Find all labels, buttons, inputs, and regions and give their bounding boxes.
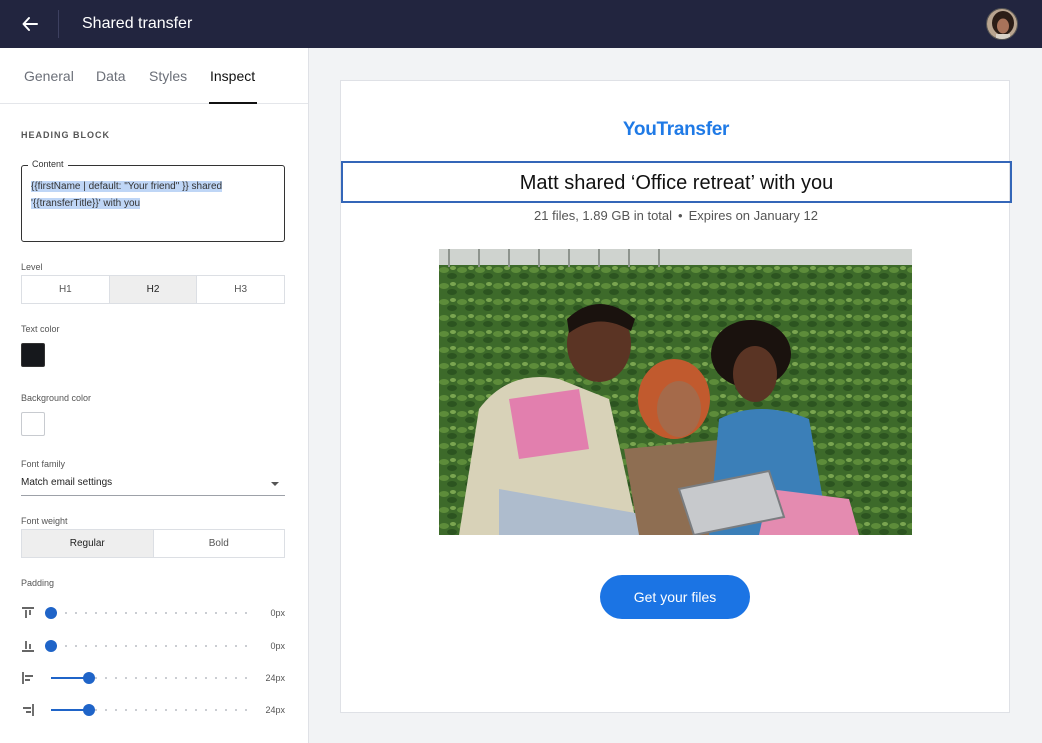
text-color-swatch[interactable]: [21, 343, 45, 367]
font-family-value: Match email settings: [21, 477, 113, 488]
expiry-date: Expires on January 12: [688, 208, 818, 223]
tab-styles[interactable]: Styles: [149, 68, 187, 84]
section-title: HEADING BLOCK: [21, 130, 110, 140]
tab-inspect[interactable]: Inspect: [210, 68, 255, 84]
back-button[interactable]: [10, 6, 50, 42]
font-family-label: Font family: [21, 459, 66, 469]
slider-track: [51, 645, 251, 647]
level-selector: H1 H2 H3: [21, 275, 285, 304]
padding-top-value: 0px: [270, 608, 285, 618]
padding-right-value: 24px: [265, 705, 285, 715]
padding-top-icon: [22, 607, 34, 618]
brand-logo: YouTransfer: [622, 119, 730, 140]
level-option-h3[interactable]: H3: [197, 276, 284, 303]
topbar-divider: [58, 10, 59, 38]
level-option-h1[interactable]: H1: [22, 276, 110, 303]
arrow-left-icon: [22, 17, 38, 31]
background-color-swatch[interactable]: [21, 412, 45, 436]
level-option-h2[interactable]: H2: [109, 276, 198, 303]
background-color-label: Background color: [21, 393, 92, 403]
heading-block-selected[interactable]: Matt shared ‘Office retreat’ with you: [341, 161, 1012, 203]
sidebar-tabs: General Data Styles Inspect: [0, 48, 308, 104]
slider-thumb[interactable]: [82, 704, 95, 716]
text-color-label: Text color: [21, 324, 60, 334]
padding-bottom-slider[interactable]: 0px: [21, 636, 289, 656]
hero-image: [439, 249, 912, 535]
padding-bottom-icon: [22, 641, 34, 652]
hero-photo: [439, 249, 912, 535]
content-value[interactable]: {{firstName | default: "Your friend" }} …: [31, 178, 276, 212]
padding-top-slider[interactable]: 0px: [21, 603, 289, 623]
caret-down-icon: [271, 482, 279, 486]
slider-thumb[interactable]: [45, 607, 57, 619]
transfer-details: 21 files, 1.89 GB in total • Expires on Ja…: [341, 208, 1011, 223]
tab-data[interactable]: Data: [96, 68, 126, 84]
tab-general[interactable]: General: [24, 68, 74, 84]
content-label: Content: [28, 159, 68, 169]
file-summary: 21 files, 1.89 GB in total: [534, 208, 673, 223]
inspector-sidebar: General Data Styles Inspect HEADING BLOC…: [0, 48, 309, 743]
font-weight-regular[interactable]: Regular: [22, 530, 154, 557]
font-family-select[interactable]: Match email settings: [21, 472, 285, 496]
slider-thumb[interactable]: [45, 640, 57, 652]
separator-dot: •: [678, 208, 683, 223]
get-files-button[interactable]: Get your files: [600, 575, 750, 619]
email-preview: YouTransfer Matt shared ‘Office retreat’…: [340, 80, 1012, 713]
top-bar: Shared transfer: [0, 0, 1042, 48]
font-weight-selector: Regular Bold: [21, 529, 285, 558]
font-weight-label: Font weight: [21, 516, 68, 526]
level-label: Level: [21, 262, 43, 272]
font-weight-bold[interactable]: Bold: [154, 530, 285, 557]
padding-label: Padding: [21, 578, 55, 588]
padding-left-slider[interactable]: 24px: [21, 668, 289, 688]
slider-track: [51, 612, 251, 614]
padding-bottom-value: 0px: [270, 641, 285, 651]
email-heading: Matt shared ‘Office retreat’ with you: [519, 172, 834, 194]
content-line-1: {{firstName | default: "Your friend" }} …: [31, 181, 223, 192]
content-line-2: '{{transferTitle}}' with you: [31, 198, 141, 209]
slider-thumb[interactable]: [82, 672, 95, 684]
padding-right-icon: [23, 704, 34, 716]
padding-left-value: 24px: [265, 673, 285, 683]
user-avatar[interactable]: [986, 8, 1018, 40]
avatar-image: [987, 9, 1017, 39]
padding-left-icon: [22, 672, 33, 684]
padding-right-slider[interactable]: 24px: [21, 700, 289, 720]
active-tab-indicator: [209, 102, 257, 104]
page-title: Shared transfer: [82, 15, 193, 32]
